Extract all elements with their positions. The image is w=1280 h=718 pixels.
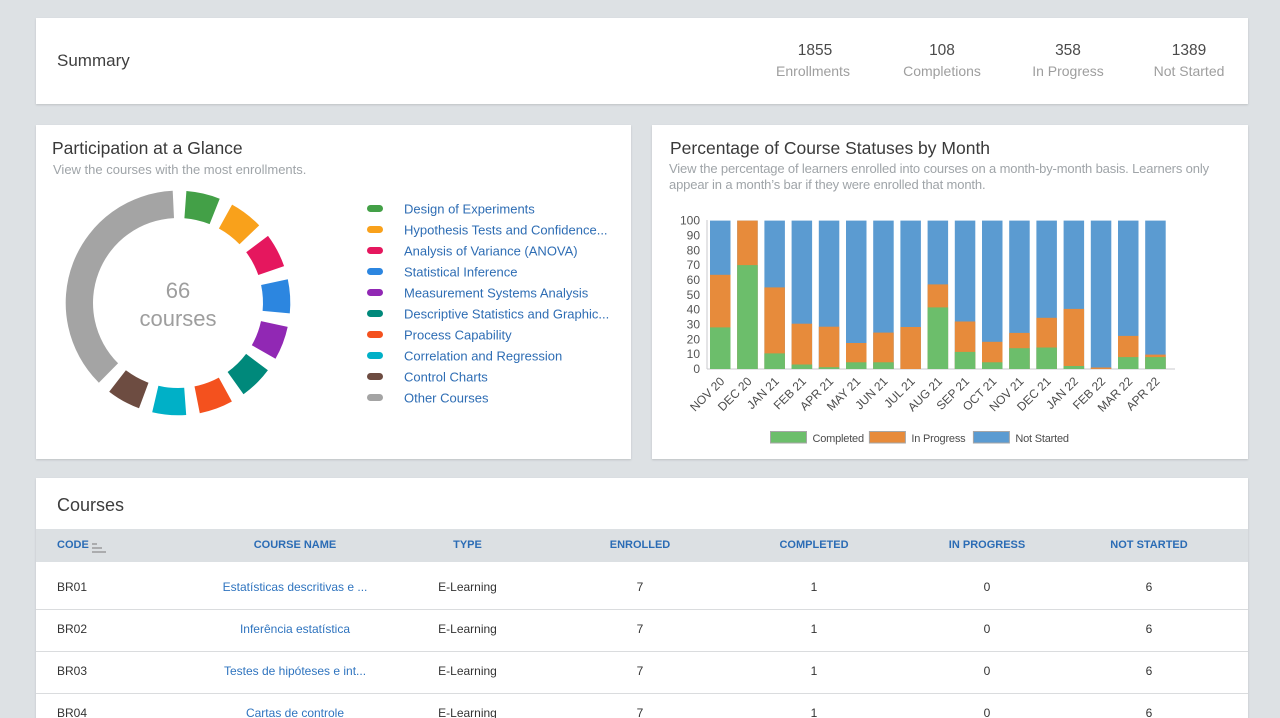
svg-text:In Progress: In Progress — [911, 433, 966, 445]
svg-text:40: 40 — [687, 303, 701, 317]
svg-text:100: 100 — [680, 214, 700, 228]
svg-text:10: 10 — [687, 347, 701, 361]
svg-text:20: 20 — [687, 332, 701, 346]
svg-text:Not Started: Not Started — [1015, 433, 1069, 445]
svg-text:90: 90 — [687, 228, 701, 242]
svg-text:0: 0 — [693, 362, 700, 376]
svg-text:60: 60 — [687, 273, 701, 287]
svg-text:80: 80 — [687, 243, 701, 257]
svg-text:70: 70 — [687, 258, 701, 272]
svg-text:30: 30 — [687, 318, 701, 332]
svg-text:Completed: Completed — [813, 433, 864, 445]
svg-text:50: 50 — [687, 288, 701, 302]
